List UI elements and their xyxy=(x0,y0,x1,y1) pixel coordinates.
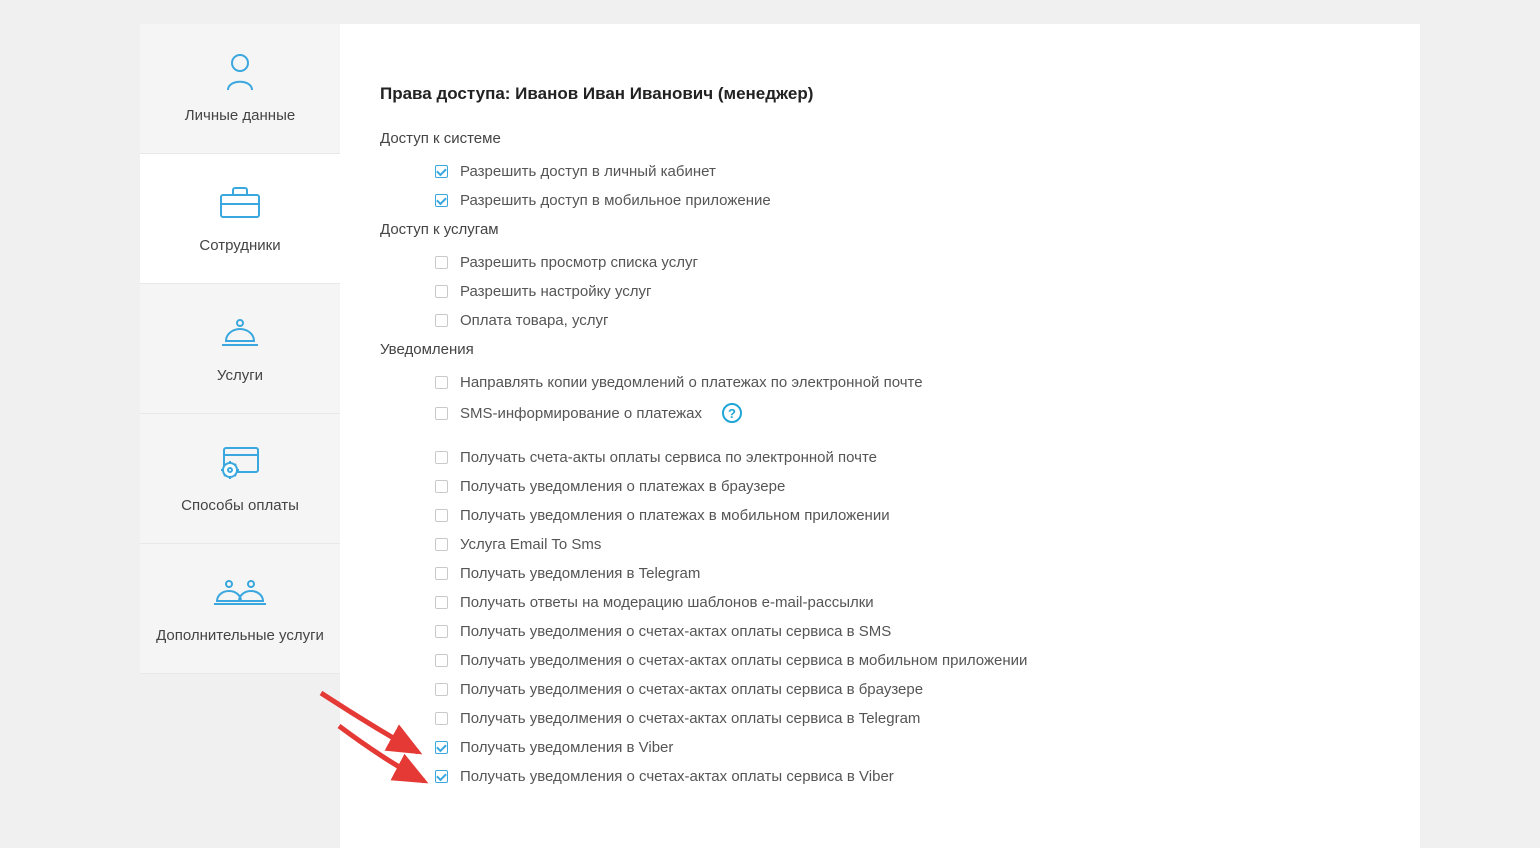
checkbox[interactable] xyxy=(435,770,448,783)
perm-row: Разрешить настройку услуг xyxy=(435,277,1380,306)
perm-row: Получать уведолмения о счетах-актах опла… xyxy=(435,675,1380,704)
perm-label: Получать уведомления о платежах в мобиль… xyxy=(460,507,890,524)
sidebar-item-personal[interactable]: Личные данные xyxy=(140,24,340,154)
perm-row: Оплата товара, услуг xyxy=(435,306,1380,335)
sidebar-item-employees[interactable]: Сотрудники xyxy=(140,154,340,284)
checkbox[interactable] xyxy=(435,376,448,389)
checkbox[interactable] xyxy=(435,480,448,493)
perm-row: Разрешить доступ в мобильное приложение xyxy=(435,186,1380,215)
perm-label: Разрешить доступ в мобильное приложение xyxy=(460,192,771,209)
perm-label: Получать уведолмения о счетах-актах опла… xyxy=(460,623,891,640)
perm-label: Получать уведомления в Telegram xyxy=(460,565,700,582)
perm-row: Получать уведомления в Viber xyxy=(435,733,1380,762)
perm-row: Услуга Email To Sms xyxy=(435,530,1380,559)
checkbox[interactable] xyxy=(435,654,448,667)
perm-label: Оплата товара, услуг xyxy=(460,312,609,329)
perm-label: Получать уведолмения о счетах-актах опла… xyxy=(460,710,920,727)
perm-row: Получать уведолмения о счетах-актах опла… xyxy=(435,646,1380,675)
perm-label: Получать уведолмения о счетах-актах опла… xyxy=(460,652,1027,669)
checkbox[interactable] xyxy=(435,712,448,725)
perm-label: Получать уведомления о платежах в браузе… xyxy=(460,478,785,495)
checkbox[interactable] xyxy=(435,509,448,522)
perm-label: Разрешить просмотр списка услуг xyxy=(460,254,698,271)
perm-label: Получать счета-акты оплаты сервиса по эл… xyxy=(460,449,877,466)
checkbox[interactable] xyxy=(435,451,448,464)
checkbox[interactable] xyxy=(435,625,448,638)
checkbox[interactable] xyxy=(435,314,448,327)
perm-label: Услуга Email To Sms xyxy=(460,536,601,553)
perm-label: Разрешить доступ в личный кабинет xyxy=(460,163,716,180)
checkbox[interactable] xyxy=(435,165,448,178)
perm-row: Получать уведомления о счетах-актах опла… xyxy=(435,762,1380,791)
bells-icon xyxy=(213,572,267,612)
sidebar-item-label: Способы оплаты xyxy=(181,496,299,516)
checkbox[interactable] xyxy=(435,741,448,754)
checkbox[interactable] xyxy=(435,194,448,207)
perm-row: Получать уведолмения о счетах-актах опла… xyxy=(435,704,1380,733)
perm-row: Получать уведомления в Telegram xyxy=(435,559,1380,588)
perm-row: Разрешить доступ в личный кабинет xyxy=(435,157,1380,186)
perm-row: Получать уведомления о платежах в мобиль… xyxy=(435,501,1380,530)
bell-icon xyxy=(220,312,260,352)
checkbox[interactable] xyxy=(435,407,448,420)
checkbox[interactable] xyxy=(435,683,448,696)
briefcase-icon xyxy=(219,182,261,222)
perm-label: Получать ответы на модерацию шаблонов e-… xyxy=(460,594,874,611)
checkbox[interactable] xyxy=(435,567,448,580)
perm-row: Направлять копии уведомлений о платежах … xyxy=(435,368,1380,397)
perms-group-system: Разрешить доступ в личный кабинет Разреш… xyxy=(435,157,1380,215)
perm-row: SMS-информирование о платежах ? xyxy=(435,397,1380,429)
perm-label: Направлять копии уведомлений о платежах … xyxy=(460,374,923,391)
perm-row: Разрешить просмотр списка услуг xyxy=(435,248,1380,277)
perm-row: Получать ответы на модерацию шаблонов e-… xyxy=(435,588,1380,617)
content: Права доступа: Иванов Иван Иванович (мен… xyxy=(340,24,1420,848)
page-title: Права доступа: Иванов Иван Иванович (мен… xyxy=(380,84,1380,104)
section-heading: Уведомления xyxy=(380,341,1380,358)
perms-group-notifications: Направлять копии уведомлений о платежах … xyxy=(435,368,1380,791)
sidebar: Личные данные Сотрудники Услуги xyxy=(140,24,340,848)
sidebar-item-label: Услуги xyxy=(217,366,263,386)
sidebar-item-label: Сотрудники xyxy=(199,236,280,256)
sidebar-item-services[interactable]: Услуги xyxy=(140,284,340,414)
section-heading: Доступ к услугам xyxy=(380,221,1380,238)
checkbox[interactable] xyxy=(435,256,448,269)
perm-row: Получать уведомления о платежах в браузе… xyxy=(435,472,1380,501)
perms-group-services: Разрешить просмотр списка услуг Разрешит… xyxy=(435,248,1380,335)
help-icon[interactable]: ? xyxy=(722,403,742,423)
perm-label: Получать уведомления в Viber xyxy=(460,739,673,756)
card-gear-icon xyxy=(218,442,262,482)
checkbox[interactable] xyxy=(435,596,448,609)
sidebar-item-payments[interactable]: Способы оплаты xyxy=(140,414,340,544)
section-heading: Доступ к системе xyxy=(380,130,1380,147)
person-icon xyxy=(224,52,256,92)
sidebar-item-label: Личные данные xyxy=(185,106,295,126)
checkbox[interactable] xyxy=(435,538,448,551)
checkbox[interactable] xyxy=(435,285,448,298)
perm-row: Получать счета-акты оплаты сервиса по эл… xyxy=(435,443,1380,472)
perm-label: SMS-информирование о платежах xyxy=(460,405,702,422)
sidebar-item-additional[interactable]: Дополнительные услуги xyxy=(140,544,340,674)
sidebar-item-label: Дополнительные услуги xyxy=(156,626,324,646)
perm-label: Получать уведолмения о счетах-актах опла… xyxy=(460,681,923,698)
perm-row: Получать уведолмения о счетах-актах опла… xyxy=(435,617,1380,646)
perm-label: Разрешить настройку услуг xyxy=(460,283,652,300)
perm-label: Получать уведомления о счетах-актах опла… xyxy=(460,768,894,785)
